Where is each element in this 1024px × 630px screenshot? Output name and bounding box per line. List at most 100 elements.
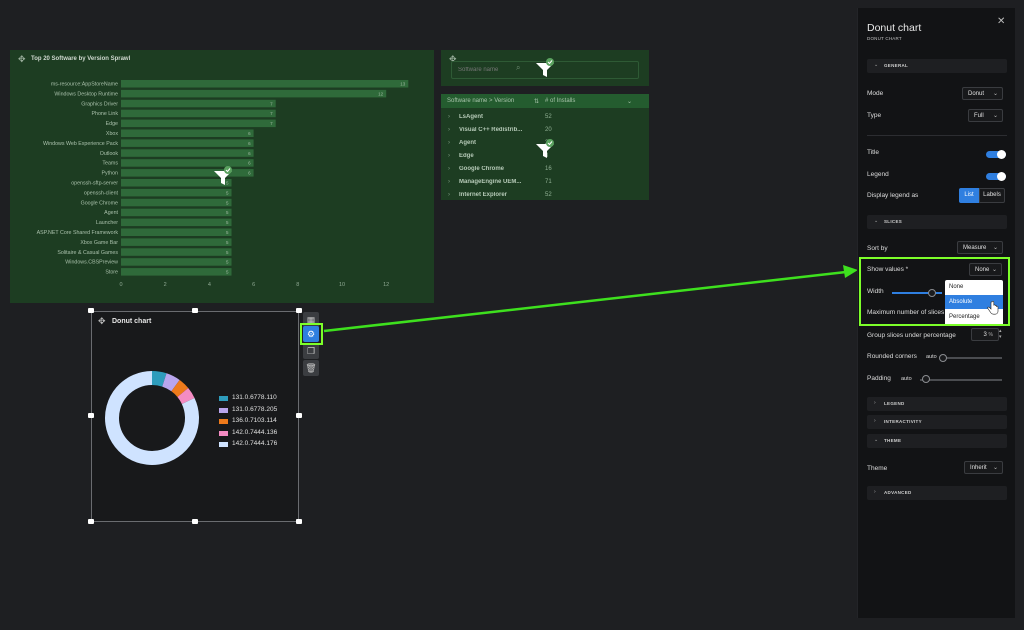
- chevron-right-icon[interactable]: ›: [448, 179, 450, 185]
- legend-label: 142.0.7444.136: [232, 428, 278, 436]
- padding-label: Padding: [867, 375, 891, 382]
- section-label: THEME: [884, 438, 902, 443]
- legend-swatch: [219, 442, 228, 447]
- group-slices-input[interactable]: 3 %: [971, 328, 999, 341]
- chevron-right-icon[interactable]: ›: [448, 114, 450, 120]
- chevron-right-icon[interactable]: ›: [448, 153, 450, 159]
- section-advanced[interactable]: › ADVANCED: [867, 486, 1007, 500]
- column-header-software[interactable]: Software name > Version: [447, 98, 514, 104]
- table-row[interactable]: › LsAgent 52: [441, 111, 649, 124]
- delete-trash-icon[interactable]: 🗑: [303, 360, 319, 376]
- legend-swatch: [219, 419, 228, 424]
- bar: [121, 149, 254, 157]
- legend-toggle[interactable]: [986, 172, 1006, 181]
- close-icon[interactable]: ✕: [997, 16, 1005, 27]
- duplicate-icon[interactable]: ❐: [303, 343, 319, 359]
- bar: [121, 268, 232, 276]
- bar-category-label: openssh-client: [84, 190, 119, 196]
- padding-slider-track[interactable]: [920, 379, 1002, 381]
- bar: [121, 188, 232, 197]
- bar: [121, 89, 387, 98]
- installs-count-cell: 71: [545, 179, 552, 185]
- chevron-down-icon: ⌄: [874, 218, 879, 224]
- resize-handle[interactable]: [296, 308, 302, 313]
- sort-by-value: Measure: [963, 245, 987, 251]
- chevron-right-icon[interactable]: ›: [448, 127, 450, 133]
- type-dropdown[interactable]: Full ⌄: [968, 109, 1003, 122]
- search-icon: ⌕: [516, 63, 521, 72]
- bar: [121, 258, 232, 266]
- resize-handle[interactable]: [88, 413, 94, 418]
- bar-category-label: Teams: [102, 161, 118, 167]
- section-label: LEGEND: [884, 401, 905, 406]
- section-label: INTERACTIVITY: [884, 419, 922, 424]
- chevron-down-icon: ⌄: [992, 113, 998, 119]
- section-slices[interactable]: ⌄ SLICES: [867, 215, 1007, 229]
- bar-category-label: Edge: [106, 121, 118, 127]
- section-label: ADVANCED: [884, 490, 912, 495]
- section-interactivity[interactable]: › INTERACTIVITY: [867, 415, 1007, 429]
- padding-value: auto: [901, 376, 912, 382]
- x-tick-label: 8: [296, 282, 299, 288]
- bar-category-label: Xbox: [106, 131, 118, 137]
- installs-count-cell: 20: [545, 127, 552, 133]
- theme-label: Theme: [867, 465, 888, 472]
- bar-category-label: ASP.NET Core Shared Framework: [37, 230, 119, 236]
- resize-handle[interactable]: [296, 413, 302, 418]
- bar: [121, 99, 276, 108]
- legend-list-button[interactable]: List: [959, 188, 979, 203]
- resize-handle[interactable]: [88, 308, 94, 313]
- bar: [121, 129, 254, 137]
- sort-by-dropdown[interactable]: Measure ⌄: [957, 241, 1003, 254]
- theme-dropdown[interactable]: Inherit ⌄: [964, 461, 1003, 474]
- donut-chart-widget[interactable]: ✥ Donut chart 131.0.6778.110 131.0.6778.2…: [91, 311, 299, 522]
- section-general[interactable]: ⌄ GENERAL: [867, 59, 1007, 73]
- bar: [121, 218, 232, 227]
- bar: [121, 238, 232, 246]
- stepper-icon[interactable]: ▴ ▾: [999, 328, 1002, 340]
- padding-slider-knob[interactable]: [922, 375, 930, 383]
- table-row[interactable]: › Visual C++ Redistrib... 20: [441, 124, 649, 137]
- legend-label: 136.0.7103.114: [232, 417, 277, 424]
- chevron-right-icon[interactable]: ›: [448, 140, 450, 146]
- table-row[interactable]: › Internet Explorer 52: [441, 189, 649, 202]
- filter-funnel-icon: [536, 58, 554, 77]
- rounded-corners-slider-knob[interactable]: [939, 354, 947, 362]
- resize-handle[interactable]: [192, 308, 198, 313]
- sort-icon[interactable]: ⇅: [534, 98, 539, 105]
- column-header-installs[interactable]: # of Installs: [545, 98, 575, 104]
- bar: [121, 228, 232, 236]
- chevron-down-icon: ⌄: [874, 62, 879, 68]
- table-row[interactable]: › Google Chrome 16: [441, 163, 649, 176]
- chevron-right-icon[interactable]: ›: [448, 166, 450, 172]
- resize-handle[interactable]: [88, 519, 94, 524]
- legend-label: 131.0.6778.110: [232, 394, 277, 401]
- software-name-cell: ManageEngine UEM...: [459, 179, 522, 185]
- mode-dropdown[interactable]: Donut ⌄: [962, 87, 1003, 100]
- bar: [121, 198, 232, 207]
- move-icon[interactable]: ✥: [98, 317, 106, 326]
- resize-handle[interactable]: [192, 519, 198, 524]
- title-label: Title: [867, 149, 880, 156]
- software-name-cell: Agent: [459, 140, 476, 146]
- bar-value-label: 13: [400, 82, 406, 87]
- divider: [867, 135, 1007, 136]
- x-tick-label: 10: [339, 282, 345, 288]
- section-legend[interactable]: › LEGEND: [867, 397, 1007, 411]
- chevron-right-icon[interactable]: ›: [448, 192, 450, 198]
- type-label: Type: [867, 112, 882, 119]
- chevron-down-icon[interactable]: ⌄: [627, 98, 632, 105]
- filter-funnel-icon: [536, 139, 554, 158]
- table-row[interactable]: › ManageEngine UEM... 71: [441, 176, 649, 189]
- section-label: SLICES: [884, 219, 903, 224]
- bar-category-label: Python: [102, 171, 119, 177]
- software-name-cell: Edge: [459, 153, 474, 159]
- resize-handle[interactable]: [296, 519, 302, 524]
- title-toggle[interactable]: [986, 150, 1006, 159]
- bar: [121, 109, 276, 118]
- chevron-down-icon: ⌄: [992, 245, 998, 251]
- installs-count-cell: 52: [545, 114, 552, 120]
- legend-labels-button[interactable]: Labels: [979, 188, 1005, 203]
- section-theme[interactable]: ⌄ THEME: [867, 434, 1007, 448]
- rounded-corners-slider-track[interactable]: [940, 357, 1002, 359]
